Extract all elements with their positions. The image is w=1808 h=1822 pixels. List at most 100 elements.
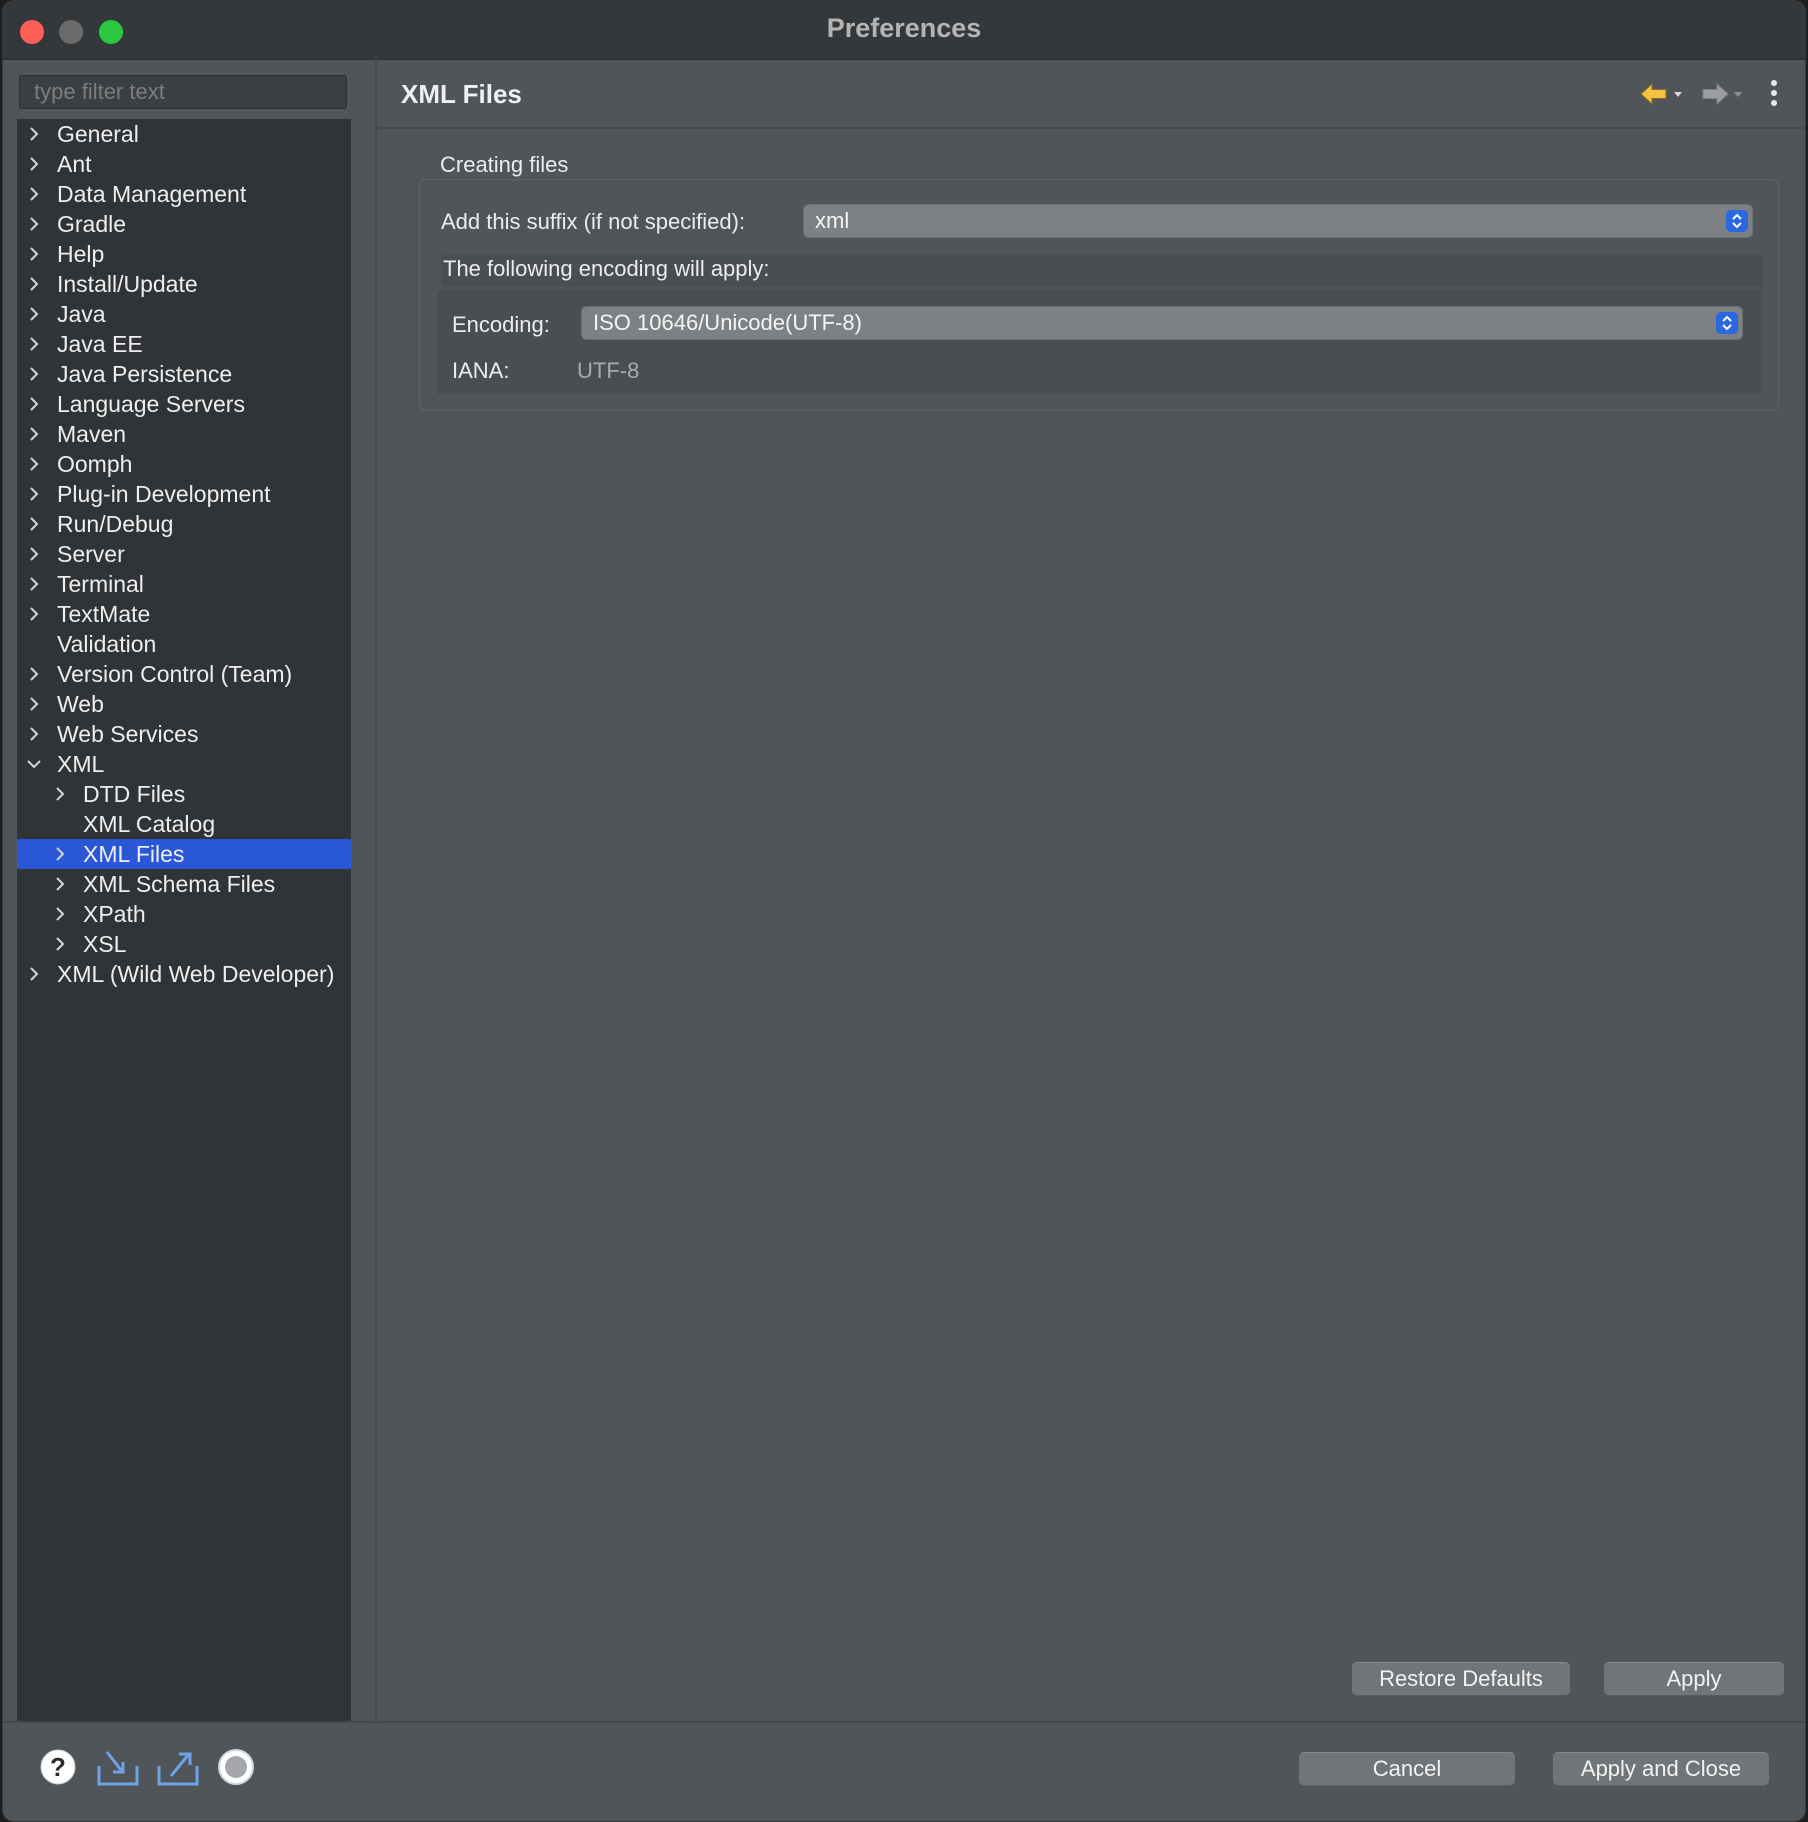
tree-item-label: Version Control (Team) bbox=[57, 661, 293, 687]
export-icon[interactable] bbox=[155, 1748, 201, 1788]
tree-item[interactable]: XSL bbox=[17, 929, 351, 959]
chevron-right-icon[interactable] bbox=[25, 185, 43, 203]
tree-item[interactable]: XPath bbox=[17, 899, 351, 929]
chevron-right-icon[interactable] bbox=[25, 965, 43, 983]
chevron-right-icon[interactable] bbox=[25, 365, 43, 383]
tree-item[interactable]: Version Control (Team) bbox=[17, 659, 351, 689]
preference-recorder-icon[interactable] bbox=[217, 1748, 255, 1786]
svg-text:?: ? bbox=[50, 1752, 66, 1782]
chevron-right-icon[interactable] bbox=[25, 125, 43, 143]
tree-item-label: Plug-in Development bbox=[57, 481, 271, 507]
apply-button[interactable]: Apply bbox=[1604, 1662, 1784, 1696]
filter-input[interactable] bbox=[19, 75, 347, 109]
chevron-right-icon[interactable] bbox=[25, 545, 43, 563]
chevron-right-icon[interactable] bbox=[25, 425, 43, 443]
tree-item[interactable]: DTD Files bbox=[17, 779, 351, 809]
tree-item[interactable]: Help bbox=[17, 239, 351, 269]
tree-item-label: Java bbox=[57, 301, 106, 327]
tree-item[interactable]: Web Services bbox=[17, 719, 351, 749]
tree-item-label: Install/Update bbox=[57, 271, 198, 297]
preferences-tree[interactable]: General Ant Data Management Gradle Help Insta… bbox=[17, 119, 351, 1721]
chevron-right-icon[interactable] bbox=[51, 905, 69, 923]
tree-item[interactable]: Language Servers bbox=[17, 389, 351, 419]
chevron-right-icon[interactable] bbox=[25, 605, 43, 623]
chevron-right-icon[interactable] bbox=[25, 485, 43, 503]
tree-item[interactable]: Install/Update bbox=[17, 269, 351, 299]
tree-item[interactable]: Ant bbox=[17, 149, 351, 179]
tree-item[interactable]: Java EE bbox=[17, 329, 351, 359]
encoding-combo[interactable]: ISO 10646/Unicode(UTF-8) bbox=[581, 306, 1743, 340]
chevron-updown-icon[interactable] bbox=[1716, 312, 1738, 334]
tree-item-label: XSL bbox=[83, 931, 127, 957]
chevron-right-icon[interactable] bbox=[51, 935, 69, 953]
chevron-right-icon[interactable] bbox=[51, 875, 69, 893]
chevron-right-icon[interactable] bbox=[51, 845, 69, 863]
panel-splitter[interactable] bbox=[375, 59, 377, 1721]
tree-item[interactable]: Terminal bbox=[17, 569, 351, 599]
tree-item-label: XML Files bbox=[83, 841, 185, 867]
tree-item-label: XML Schema Files bbox=[83, 871, 276, 897]
chevron-right-icon[interactable] bbox=[25, 455, 43, 473]
tree-item-label: XML (Wild Web Developer) bbox=[57, 961, 335, 987]
preferences-window: Preferences General Ant Data Management Gra… bbox=[2, 0, 1806, 1822]
help-icon[interactable]: ? bbox=[39, 1748, 77, 1786]
chevron-updown-icon[interactable] bbox=[1726, 210, 1748, 232]
tree-item[interactable]: XML (Wild Web Developer) bbox=[17, 959, 351, 989]
tree-item[interactable]: Plug-in Development bbox=[17, 479, 351, 509]
view-menu-icon[interactable] bbox=[1769, 79, 1779, 109]
chevron-right-icon[interactable] bbox=[25, 725, 43, 743]
forward-arrow-icon[interactable] bbox=[1699, 81, 1747, 107]
tree-item[interactable]: Gradle bbox=[17, 209, 351, 239]
window-title: Preferences bbox=[826, 13, 982, 43]
back-arrow-icon[interactable] bbox=[1639, 81, 1687, 107]
encoding-label: Encoding: bbox=[452, 312, 550, 337]
footer-divider bbox=[3, 1721, 1805, 1723]
chevron-right-icon[interactable] bbox=[25, 275, 43, 293]
tree-item-label: Maven bbox=[57, 421, 127, 447]
apply-and-close-button[interactable]: Apply and Close bbox=[1553, 1752, 1769, 1786]
cancel-button[interactable]: Cancel bbox=[1299, 1752, 1515, 1786]
tree-item[interactable]: Maven bbox=[17, 419, 351, 449]
tree-item[interactable]: XML Schema Files bbox=[17, 869, 351, 899]
chevron-right-icon[interactable] bbox=[25, 515, 43, 533]
chevron-right-icon[interactable] bbox=[25, 215, 43, 233]
suffix-combo[interactable]: xml bbox=[803, 204, 1753, 238]
chevron-right-icon[interactable] bbox=[25, 305, 43, 323]
tree-item[interactable]: XML Catalog bbox=[17, 809, 351, 839]
tree-item[interactable]: General bbox=[17, 119, 351, 149]
encoding-value: ISO 10646/Unicode(UTF-8) bbox=[593, 310, 862, 335]
tree-item[interactable]: Java Persistence bbox=[17, 359, 351, 389]
tree-item-label: Language Servers bbox=[57, 391, 245, 417]
tree-item-label: Gradle bbox=[57, 211, 127, 237]
tree-item-label: Java EE bbox=[57, 331, 143, 357]
chevron-right-icon[interactable] bbox=[25, 245, 43, 263]
tree-item-label: Ant bbox=[57, 151, 92, 177]
tree-item-label: TextMate bbox=[57, 601, 151, 627]
tree-item-label: Validation bbox=[57, 631, 157, 657]
tree-item[interactable]: XML bbox=[17, 749, 351, 779]
chevron-right-icon[interactable] bbox=[25, 395, 43, 413]
tree-item[interactable]: XML Files bbox=[17, 839, 351, 869]
chevron-right-icon[interactable] bbox=[51, 785, 69, 803]
chevron-right-icon[interactable] bbox=[25, 155, 43, 173]
iana-label: IANA: bbox=[452, 358, 510, 383]
tree-item[interactable]: Run/Debug bbox=[17, 509, 351, 539]
tree-item[interactable]: TextMate bbox=[17, 599, 351, 629]
tree-item[interactable]: Data Management bbox=[17, 179, 351, 209]
tree-item[interactable]: Validation bbox=[17, 629, 351, 659]
tree-item[interactable]: Server bbox=[17, 539, 351, 569]
chevron-right-icon[interactable] bbox=[25, 335, 43, 353]
suffix-value: xml bbox=[815, 208, 850, 233]
chevron-right-icon[interactable] bbox=[25, 575, 43, 593]
chevron-down-icon[interactable] bbox=[25, 755, 43, 773]
tree-item[interactable]: Oomph bbox=[17, 449, 351, 479]
tree-item-label: XML bbox=[57, 751, 105, 777]
import-icon[interactable] bbox=[95, 1748, 141, 1788]
tree-item[interactable]: Web bbox=[17, 689, 351, 719]
tree-item[interactable]: Java bbox=[17, 299, 351, 329]
chevron-right-icon[interactable] bbox=[25, 695, 43, 713]
restore-defaults-button[interactable]: Restore Defaults bbox=[1352, 1662, 1570, 1696]
chevron-right-icon[interactable] bbox=[25, 665, 43, 683]
tree-item-label: Terminal bbox=[57, 571, 144, 597]
tree-item-label: Web Services bbox=[57, 721, 199, 747]
